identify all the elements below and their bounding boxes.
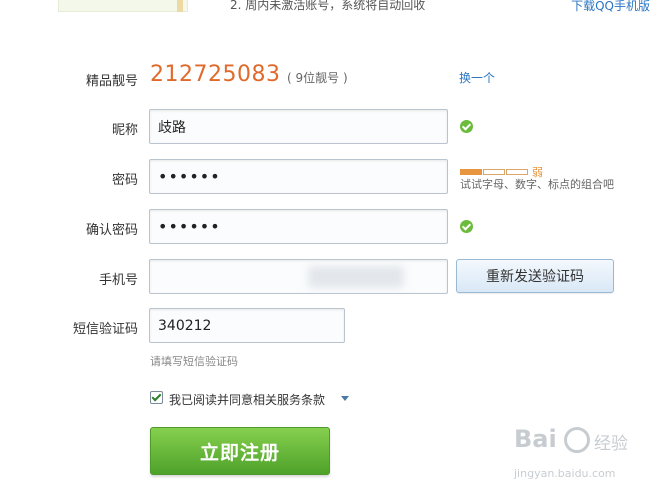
confirm-password-input[interactable]: •••••• (149, 209, 448, 244)
agreement-text[interactable]: 我已阅读并同意相关服务条款 (169, 391, 325, 408)
sms-code-hint: 请填写短信验证码 (150, 355, 238, 368)
premium-number: 212725083 (150, 62, 281, 87)
download-mobile-qq-link[interactable]: 下载QQ手机版 (571, 0, 650, 14)
resend-code-button[interactable]: 重新发送验证码 (456, 259, 614, 293)
check-circle-icon (460, 120, 473, 133)
number-row: 精品靓号 212725083 ( 9位靓号 ) 换一个 (0, 60, 672, 92)
phone-row: 手机号 重新发送验证码 (0, 259, 672, 294)
top-banner: 2. 周内未激活账号，系统将自动回收 下载QQ手机版 (0, 0, 672, 14)
strength-segment (460, 168, 482, 175)
sms-code-row: 短信验证码 (0, 308, 672, 343)
password-label: 密码 (111, 173, 138, 188)
phone-label: 手机号 (98, 273, 138, 288)
agreement-row: 我已阅读并同意相关服务条款 (0, 390, 672, 408)
password-tip: 试试字母、数字、标点的组合吧 (460, 178, 614, 191)
confirm-password-row: 确认密码 •••••• (0, 209, 672, 244)
confirm-password-label: 确认密码 (85, 223, 138, 238)
password-row: 密码 •••••• 弱 试试字母、数字、标点的组合吧 (0, 159, 672, 194)
phone-input[interactable] (149, 259, 448, 294)
number-label: 精品靓号 (85, 74, 138, 89)
change-number-link[interactable]: 换一个 (459, 69, 495, 86)
register-button[interactable]: 立即注册 (150, 427, 330, 475)
paw-icon (564, 427, 590, 453)
sms-code-input[interactable] (149, 308, 345, 343)
nickname-row: 昵称 (0, 109, 672, 144)
watermark-url: jingyan.baidu.com (514, 467, 616, 480)
strength-segment (483, 168, 505, 175)
activation-notice: 2. 周内未激活账号，系统将自动回收 (230, 0, 426, 12)
baidu-jingyan-watermark: Bai 经验 jingyan.baidu.com (514, 425, 634, 487)
nickname-input[interactable] (149, 109, 448, 144)
password-input[interactable]: •••••• (149, 159, 448, 194)
promo-card (58, 0, 188, 12)
check-circle-icon (460, 220, 473, 233)
sms-code-label: 短信验证码 (72, 322, 138, 337)
agreement-checkbox[interactable] (150, 391, 163, 404)
number-note: ( 9位靓号 ) (287, 71, 348, 85)
password-strength-meter: 弱 (460, 161, 543, 179)
expand-terms-caret-icon[interactable] (341, 396, 349, 401)
strength-segment (506, 168, 528, 175)
blurred-phone-number (308, 266, 404, 288)
watermark-logo: Bai (514, 425, 557, 453)
watermark-brand: 经验 (594, 434, 628, 454)
nickname-label: 昵称 (111, 123, 138, 138)
